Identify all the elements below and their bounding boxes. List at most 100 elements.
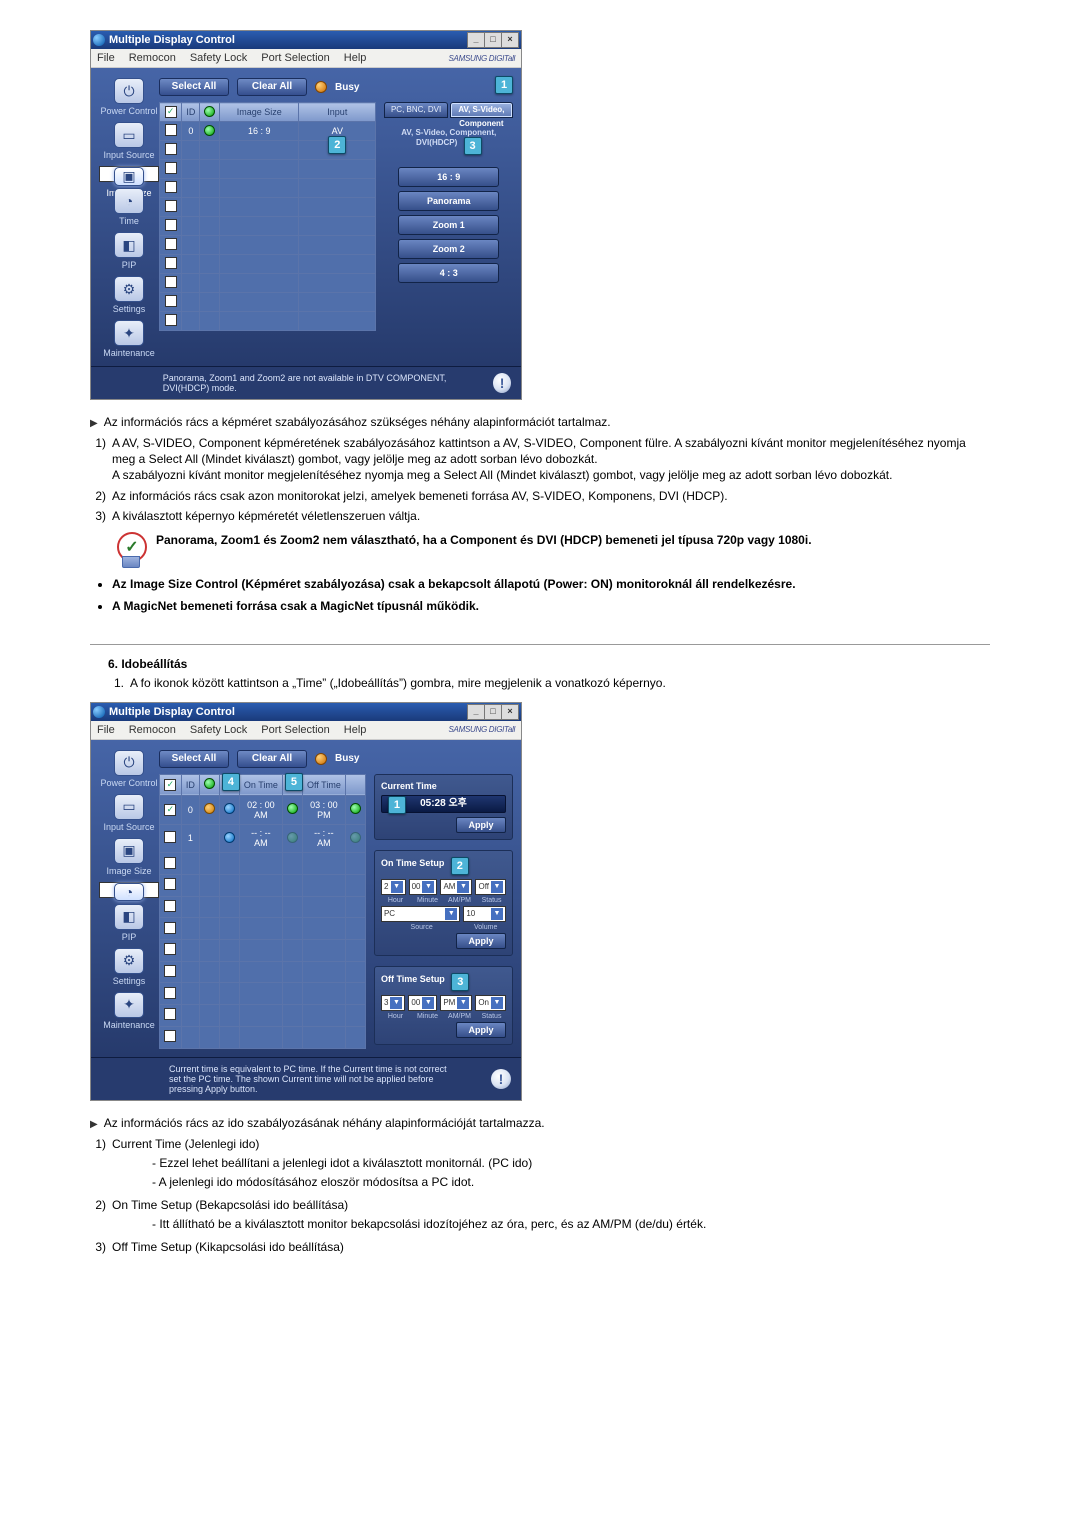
off-time-label: Off Time Setup 3: [381, 973, 506, 995]
table-row: [160, 179, 376, 198]
cell-off: 03 : 00 PM: [302, 796, 345, 825]
close-button[interactable]: ×: [501, 32, 519, 48]
menu-remocon[interactable]: Remocon: [129, 724, 176, 736]
settings-icon: ⚙: [114, 276, 144, 302]
list-item: Ezzel lehet beállítani a jelenlegi idot …: [152, 1155, 532, 1171]
on-status[interactable]: Off▼: [475, 879, 506, 895]
current-time-panel: Current Time 1 05:28 오후 Apply: [374, 774, 513, 840]
sidebar-item-input[interactable]: ▭Input Source: [99, 122, 159, 160]
opt-zoom1[interactable]: Zoom 1: [398, 215, 499, 235]
off-ampm[interactable]: PM▼: [440, 995, 472, 1011]
titlebar-text: Multiple Display Control: [109, 34, 235, 46]
sidebar-item-settings[interactable]: ⚙Settings: [99, 276, 159, 314]
on-volume[interactable]: 10▼: [463, 906, 506, 922]
time-icon: ◔: [114, 188, 144, 214]
clear-all-button[interactable]: Clear All: [237, 78, 307, 96]
min-button[interactable]: _: [467, 704, 485, 720]
sidebar-item-power[interactable]: ⏻Power Control: [99, 78, 159, 116]
sidebar-item-imagesize[interactable]: ▣Image Size: [99, 838, 159, 876]
col-callout4: 4: [219, 774, 239, 796]
row-checkbox[interactable]: [164, 831, 176, 843]
callout-5: 5: [285, 773, 303, 791]
on-source[interactable]: PC▼: [381, 906, 460, 922]
row-checkbox[interactable]: [165, 124, 177, 136]
input-icon: ▭: [114, 122, 144, 148]
menu-safety[interactable]: Safety Lock: [190, 724, 247, 736]
menubar: File Remocon Safety Lock Port Selection …: [91, 721, 521, 740]
table-row[interactable]: 0 16 : 9 AV 2: [160, 122, 376, 141]
select-all-button[interactable]: Select All: [159, 78, 229, 96]
sidebar: ⏻Power Control ▭Input Source ▣Image Size…: [99, 78, 159, 358]
sidebar-item-pip[interactable]: ◧PIP: [99, 904, 159, 942]
power-icon: ⏻: [114, 78, 144, 104]
apply-on[interactable]: Apply: [456, 933, 506, 949]
sidebar-item-time[interactable]: ◔Time: [99, 188, 159, 226]
max-button[interactable]: □: [484, 32, 502, 48]
status-dot-blue: [224, 832, 235, 843]
off-hour[interactable]: 3▼: [381, 995, 405, 1011]
list-item: Itt állítható be a kiválasztott monitor …: [152, 1216, 706, 1232]
callout-4: 4: [222, 773, 240, 791]
apply-current[interactable]: Apply: [456, 817, 506, 833]
clear-all-button[interactable]: Clear All: [237, 750, 307, 768]
note-block: ✓ Panorama, Zoom1 és Zoom2 nem választha…: [114, 532, 990, 568]
monitor-grid-time[interactable]: ID 4 On Time 5 Off Time: [159, 774, 366, 1049]
table-row[interactable]: 0 02 : 00 AM 03 : 00 PM: [160, 796, 366, 825]
tab-pc[interactable]: PC, BNC, DVI: [384, 102, 447, 118]
close-button[interactable]: ×: [501, 704, 519, 720]
numbered-list-2: 1) Current Time (Jelenlegi ido) Ezzel le…: [90, 1136, 990, 1256]
table-row: [160, 255, 376, 274]
off-dot: [350, 832, 361, 843]
chevron-down-icon: ▼: [457, 881, 469, 893]
menu-port[interactable]: Port Selection: [261, 724, 329, 736]
sidebar-item-imagesize[interactable]: ▣Image Size: [99, 166, 159, 182]
menu-remocon[interactable]: Remocon: [129, 52, 176, 64]
on-ampm[interactable]: AM▼: [440, 879, 472, 895]
menu-help[interactable]: Help: [344, 724, 367, 736]
opt-panorama[interactable]: Panorama: [398, 191, 499, 211]
max-button[interactable]: □: [484, 704, 502, 720]
header-checkbox[interactable]: [164, 779, 176, 791]
off-status[interactable]: On▼: [475, 995, 506, 1011]
settings-icon: ⚙: [114, 948, 144, 974]
opt-zoom2[interactable]: Zoom 2: [398, 239, 499, 259]
table-row: [160, 918, 366, 940]
row-checkbox[interactable]: [164, 804, 176, 816]
tab-av[interactable]: AV, S-Video, Component: [450, 102, 513, 118]
off-minute[interactable]: 00▼: [408, 995, 437, 1011]
status-footer: Panorama, Zoom1 and Zoom2 are not availa…: [91, 366, 521, 399]
sidebar-item-power[interactable]: ⏻Power Control: [99, 750, 159, 788]
opt-16-9[interactable]: 16 : 9: [398, 167, 499, 187]
imagesize-icon: ▣: [114, 167, 144, 186]
menu-file[interactable]: File: [97, 724, 115, 736]
divider: [90, 644, 990, 645]
on-hour[interactable]: 2▼: [381, 879, 406, 895]
sidebar-item-pip[interactable]: ◧PIP: [99, 232, 159, 270]
table-row: [160, 293, 376, 312]
col-status-icon: [200, 103, 220, 122]
monitor-grid[interactable]: ID Image Size Input 0 16 : 9 AV 2: [159, 102, 376, 331]
menu-file[interactable]: File: [97, 52, 115, 64]
sidebar-item-time[interactable]: ◔Time: [99, 882, 159, 898]
pip-icon: ◧: [114, 232, 144, 258]
sidebar-item-maintenance[interactable]: ✦Maintenance: [99, 992, 159, 1030]
menu-safety[interactable]: Safety Lock: [190, 52, 247, 64]
menu-port[interactable]: Port Selection: [261, 52, 329, 64]
on-minute[interactable]: 00▼: [409, 879, 438, 895]
min-button[interactable]: _: [467, 32, 485, 48]
sidebar-item-input[interactable]: ▭Input Source: [99, 794, 159, 832]
busy-icon: [315, 81, 327, 93]
header-checkbox[interactable]: [165, 106, 177, 118]
sidebar-item-maintenance[interactable]: ✦Maintenance: [99, 320, 159, 358]
apply-off[interactable]: Apply: [456, 1022, 506, 1038]
menu-help[interactable]: Help: [344, 52, 367, 64]
sidebar-item-settings[interactable]: ⚙Settings: [99, 948, 159, 986]
select-all-button[interactable]: Select All: [159, 750, 229, 768]
maintenance-icon: ✦: [114, 992, 144, 1018]
numbered-list-1: 1)A AV, S-VIDEO, Component képméretének …: [90, 435, 990, 524]
opt-4-3[interactable]: 4 : 3: [398, 263, 499, 283]
table-row: [160, 983, 366, 1005]
table-row[interactable]: 1 -- : -- AM -- : -- AM: [160, 824, 366, 853]
main-panel: Select All Clear All Busy ID 4 On Time: [159, 750, 513, 1049]
table-row: [160, 961, 366, 983]
